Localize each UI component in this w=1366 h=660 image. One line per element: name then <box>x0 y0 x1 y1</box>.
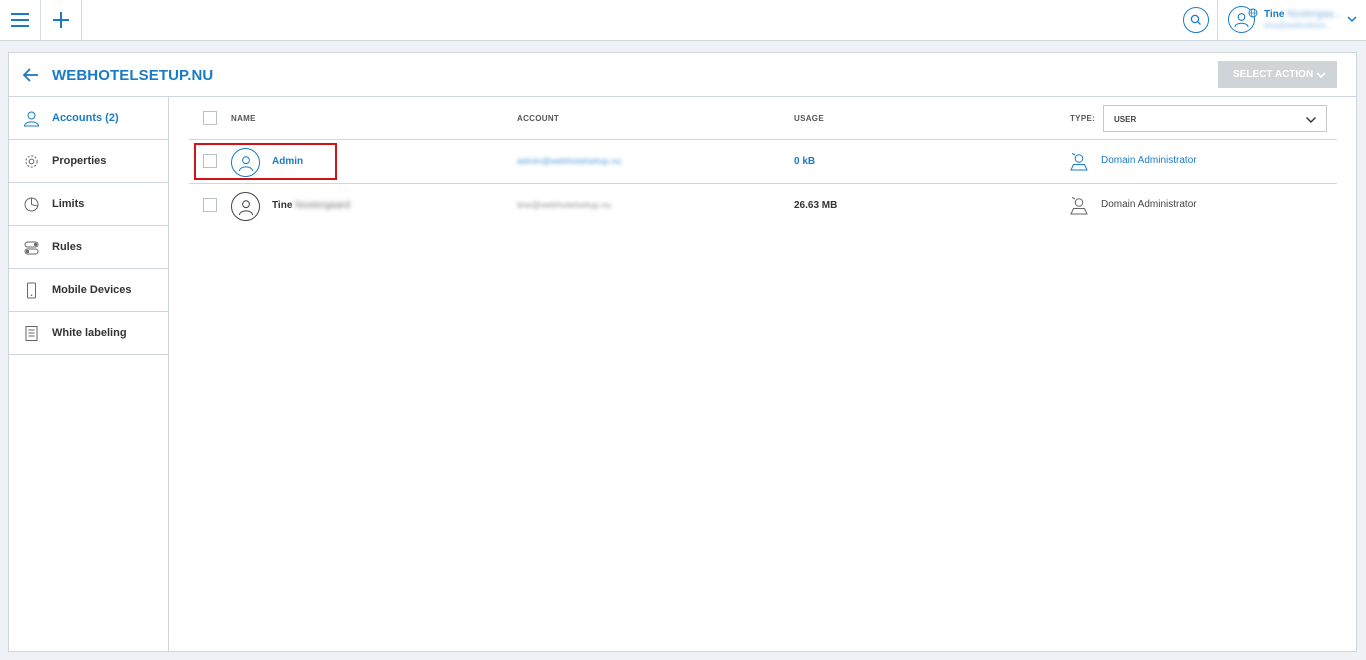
globe-icon <box>1248 8 1258 18</box>
row-checkbox[interactable] <box>203 198 217 212</box>
plus-icon[interactable] <box>41 0 81 40</box>
account-first-name: Tine <box>272 200 293 211</box>
account-usage: 26.63 MB <box>794 200 838 211</box>
user-name: Tine Nostergaa... <box>1264 9 1342 20</box>
table-row[interactable]: Tine Nostergaard tine@webhotelsetup.nu 2… <box>189 184 1337 228</box>
sidebar-item-label: Properties <box>52 155 107 167</box>
sidebar-item-label: Limits <box>52 198 85 210</box>
sidebar-item-rules[interactable]: Rules <box>9 226 168 269</box>
sidebar-item-white-labeling[interactable]: White labeling <box>9 312 168 355</box>
toggle-icon <box>24 241 39 255</box>
search-icon[interactable] <box>1183 7 1209 33</box>
account-name-link[interactable]: Tine Nostergaard <box>272 200 350 211</box>
page-title: WEBHOTELSETUP.NU <box>52 67 214 84</box>
select-action-button[interactable]: SELECT ACTION <box>1218 61 1337 88</box>
back-arrow-icon[interactable] <box>21 65 41 85</box>
column-header-account[interactable]: ACCOUNT <box>517 114 559 123</box>
hamburger-icon[interactable] <box>0 0 40 40</box>
type-filter-label: TYPE: <box>1070 114 1096 123</box>
sidebar-item-accounts[interactable]: Accounts (2) <box>9 97 168 140</box>
main-panel: WEBHOTELSETUP.NU SELECT ACTION Accounts … <box>8 52 1357 652</box>
domain-admin-icon <box>1070 153 1088 171</box>
type-filter-value: USER <box>1114 115 1137 124</box>
chevron-down-icon <box>1316 72 1326 79</box>
account-type-label: Domain Administrator <box>1101 199 1197 210</box>
account-name-link[interactable]: Admin <box>272 156 303 167</box>
sidebar: Accounts (2) Properties Limits Rules Mob… <box>9 97 169 652</box>
user-icon <box>23 111 40 127</box>
user-menu[interactable]: Tine Nostergaa... tine@webhotelse... <box>1218 0 1366 40</box>
account-last-name: Nostergaard <box>295 200 351 211</box>
sidebar-item-label: Mobile Devices <box>52 284 132 296</box>
user-last-name: Nostergaa... <box>1287 9 1342 20</box>
sidebar-item-label: White labeling <box>52 327 127 339</box>
table-header: NAME ACCOUNT USAGE TYPE: USER <box>189 97 1337 140</box>
document-icon <box>25 326 38 341</box>
accounts-table: NAME ACCOUNT USAGE TYPE: USER Admin admi… <box>189 97 1337 228</box>
type-filter-select[interactable]: USER <box>1103 105 1327 132</box>
top-bar: Tine Nostergaa... tine@webhotelse... <box>0 0 1366 41</box>
sidebar-item-label: Rules <box>52 241 82 253</box>
phone-icon <box>27 282 36 299</box>
row-checkbox[interactable] <box>203 154 217 168</box>
sidebar-item-properties[interactable]: Properties <box>9 140 168 183</box>
chevron-down-icon[interactable] <box>1346 13 1358 25</box>
account-usage: 0 kB <box>794 156 816 167</box>
avatar <box>231 148 260 177</box>
select-all-checkbox[interactable] <box>203 111 217 125</box>
user-email: tine@webhotelse... <box>1264 21 1333 30</box>
column-header-name[interactable]: NAME <box>231 114 256 123</box>
sidebar-item-limits[interactable]: Limits <box>9 183 168 226</box>
avatar <box>231 192 260 221</box>
gear-icon <box>25 155 38 168</box>
table-row[interactable]: Admin admin@webhotelsetup.nu 0 kB Domain… <box>189 140 1337 184</box>
pie-chart-icon <box>24 197 39 212</box>
account-email: admin@webhotelsetup.nu <box>517 156 622 166</box>
account-first-name: Admin <box>272 156 304 167</box>
divider <box>81 0 82 40</box>
sidebar-item-mobile-devices[interactable]: Mobile Devices <box>9 269 168 312</box>
domain-admin-icon <box>1070 197 1088 215</box>
user-first-name: Tine <box>1264 9 1285 20</box>
account-type-link[interactable]: Domain Administrator <box>1101 155 1197 166</box>
column-header-usage[interactable]: USAGE <box>794 114 824 123</box>
account-email: tine@webhotelsetup.nu <box>517 200 612 210</box>
panel-header: WEBHOTELSETUP.NU SELECT ACTION <box>9 53 1356 97</box>
sidebar-item-label: Accounts (2) <box>52 112 119 124</box>
chevron-down-icon <box>1306 117 1316 123</box>
select-action-label: SELECT ACTION <box>1233 69 1314 80</box>
